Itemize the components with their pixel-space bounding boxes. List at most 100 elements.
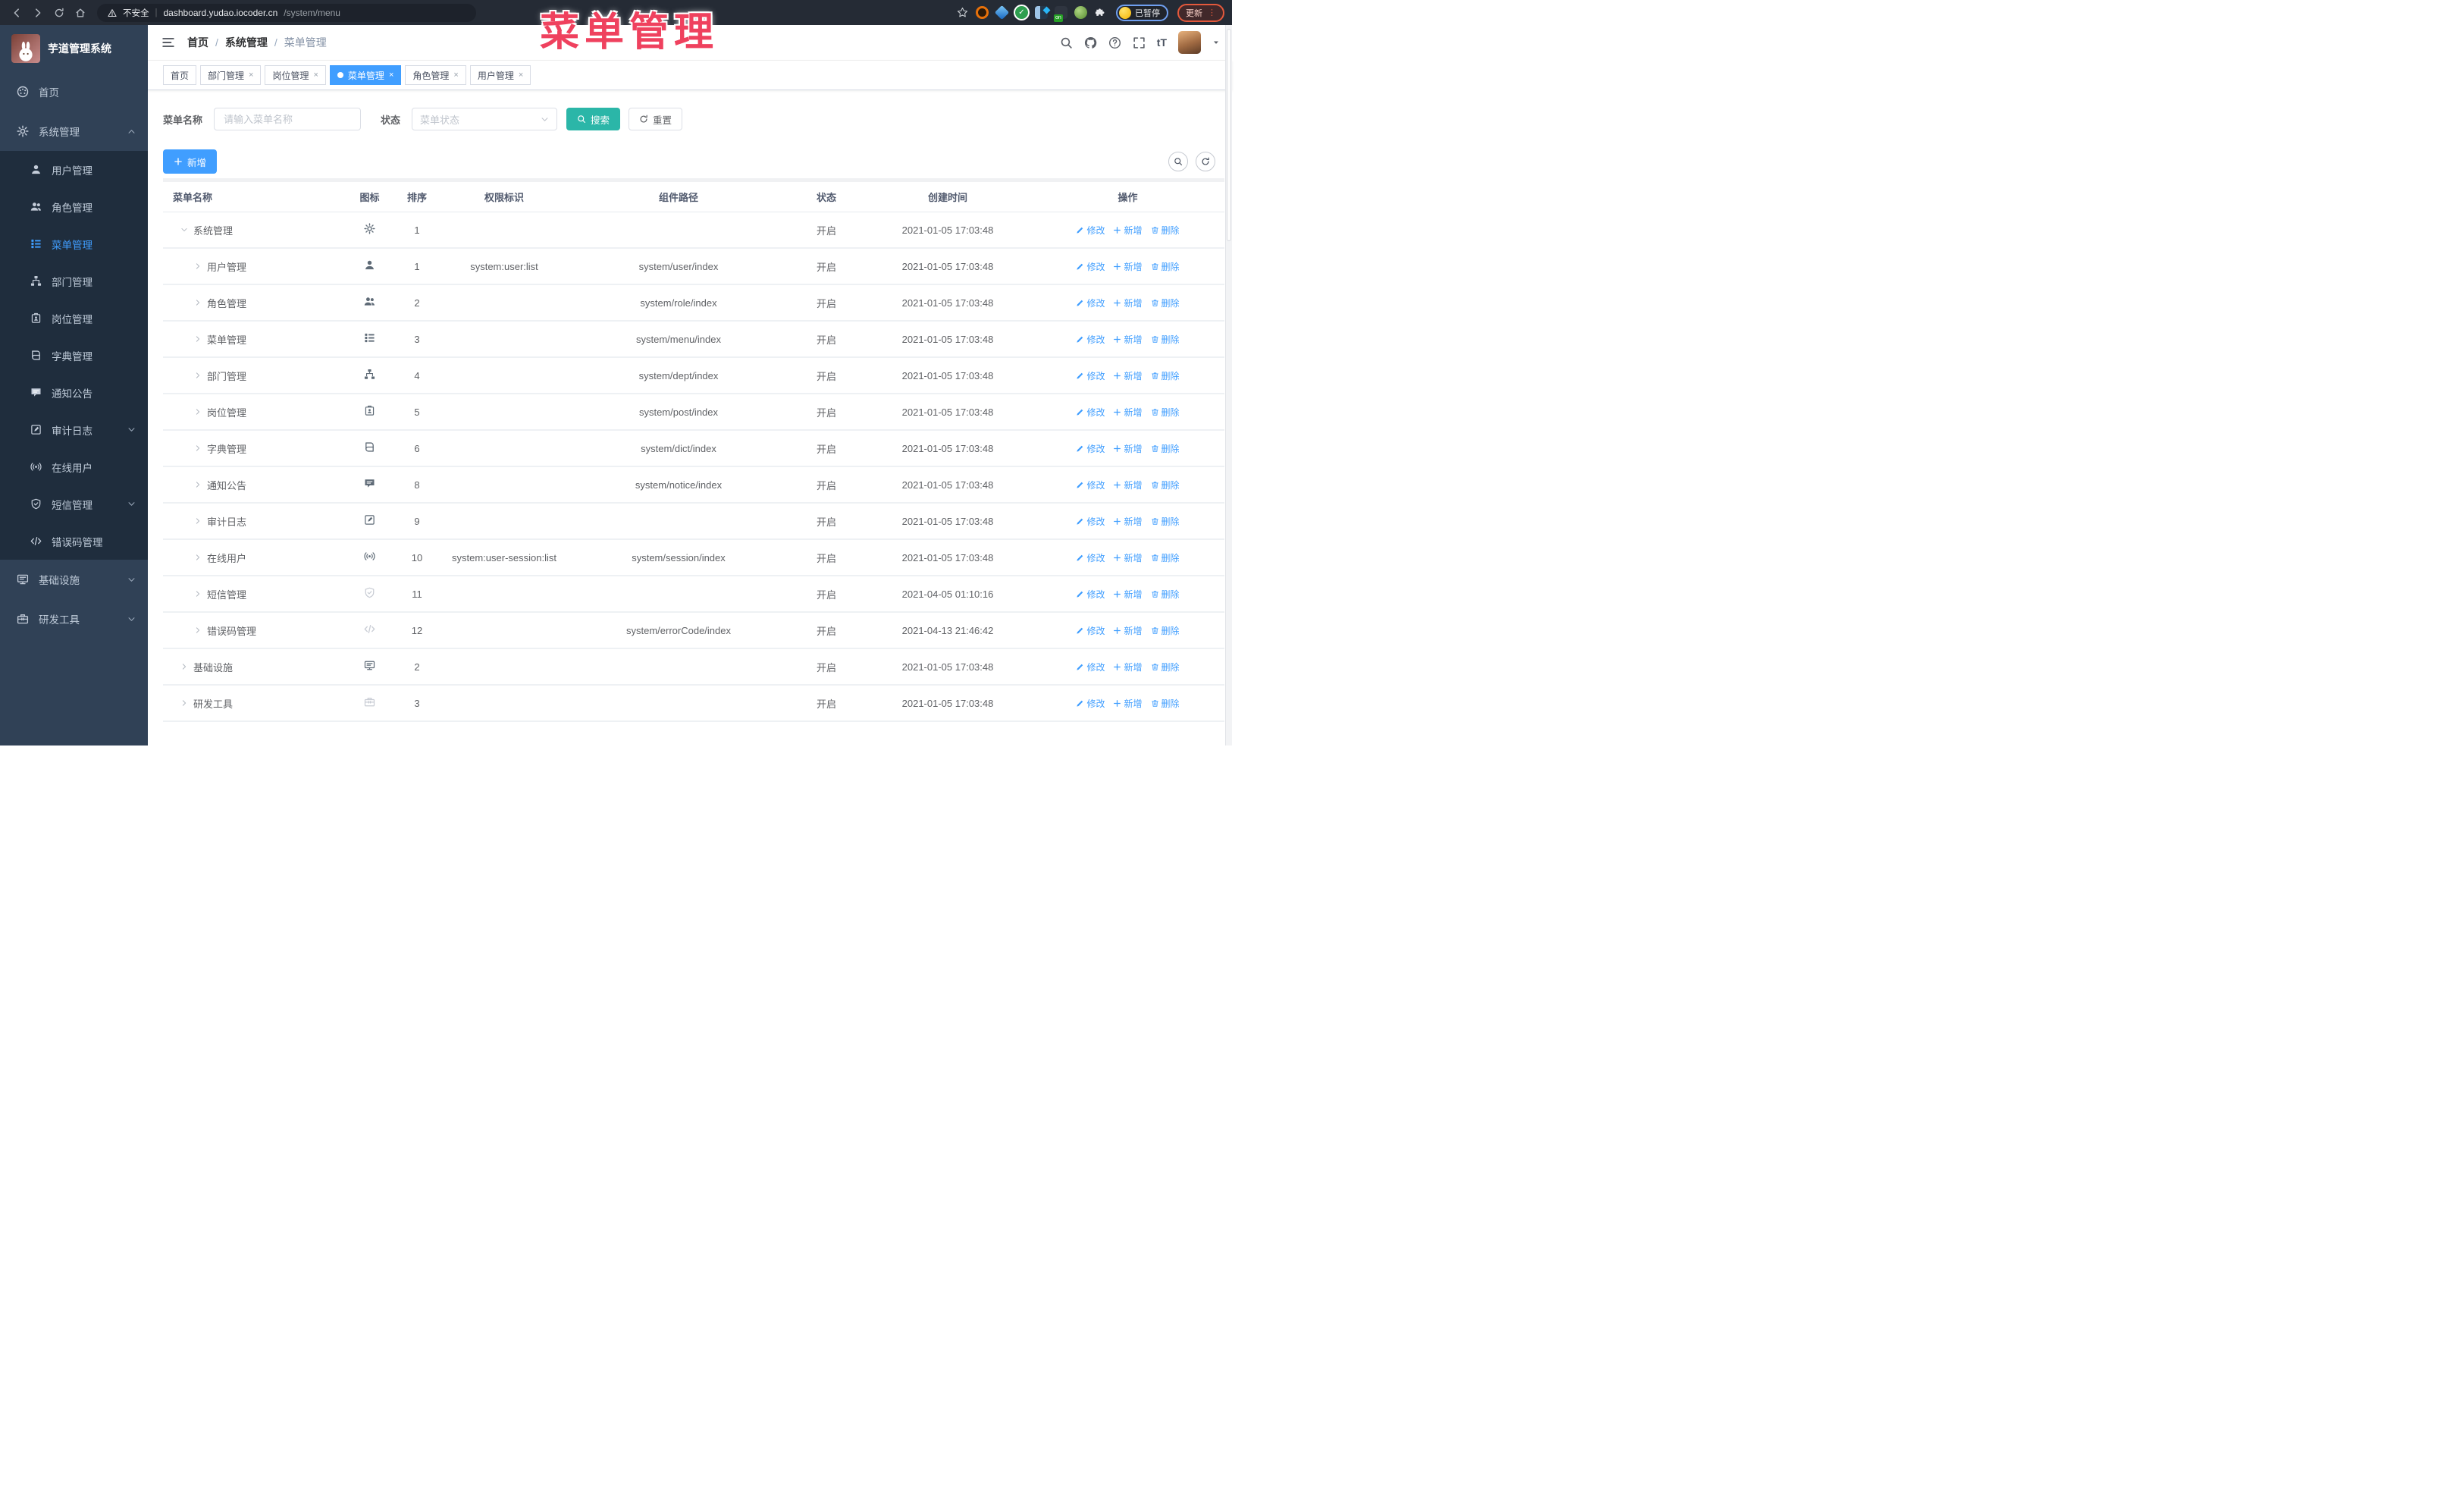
add-action[interactable]: 新增 [1113,624,1143,637]
delete-action[interactable]: 删除 [1151,551,1180,564]
edit-action[interactable]: 修改 [1076,479,1105,491]
expand-arrow-icon[interactable] [194,335,202,343]
paused-badge[interactable]: 已暂停 [1116,4,1168,21]
tab[interactable]: 岗位管理 × [265,65,326,85]
close-icon[interactable]: × [389,71,393,80]
delete-action[interactable]: 删除 [1151,297,1180,309]
delete-action[interactable]: 删除 [1151,479,1180,491]
table-row[interactable]: 部门管理 4 system/dept/index 开启 2021-01-05 17:03… [163,358,1224,394]
add-action[interactable]: 新增 [1113,224,1143,237]
sidebar-item[interactable]: 岗位管理 [0,300,148,337]
table-row[interactable]: 菜单管理 3 system/menu/index 开启 2021-01-05 17:03… [163,322,1224,358]
sidebar-item[interactable]: 通知公告 [0,374,148,411]
expand-arrow-icon[interactable] [180,663,188,670]
search-icon[interactable] [1060,36,1073,49]
sidebar-item[interactable]: 部门管理 [0,262,148,300]
table-row[interactable]: 用户管理 1 system:user:list system/user/index 开启… [163,249,1224,285]
sidebar-item-active[interactable]: 菜单管理 [0,225,148,262]
sidebar-item[interactable]: 系统管理 [0,111,148,151]
extension-gem-icon[interactable] [994,5,1010,20]
expand-arrow-icon[interactable] [194,299,202,306]
add-action[interactable]: 新增 [1113,442,1143,455]
tab-active[interactable]: 菜单管理 × [329,65,402,85]
security-label[interactable]: 不安全 [123,7,149,19]
table-row[interactable]: 角色管理 2 system/role/index 开启 2021-01-05 17:03… [163,285,1224,322]
edit-action[interactable]: 修改 [1076,661,1105,673]
sidebar-item[interactable]: 用户管理 [0,151,148,188]
update-button[interactable]: 更新 ⋮ [1177,3,1224,22]
sidebar-item[interactable]: 审计日志 [0,411,148,448]
browser-reload-icon[interactable] [50,4,68,22]
edit-action[interactable]: 修改 [1076,588,1105,601]
table-row[interactable]: 基础设施 2 开启 2021-01-05 17:03:48 修改 新增 删除 [163,649,1224,686]
expand-arrow-icon[interactable] [180,699,188,707]
extension-orange-icon[interactable] [976,6,989,19]
expand-arrow-icon[interactable] [194,408,202,416]
edit-action[interactable]: 修改 [1076,333,1105,346]
add-action[interactable]: 新增 [1113,333,1143,346]
table-row[interactable]: 审计日志 9 开启 2021-01-05 17:03:48 修改 新增 删除 [163,504,1224,540]
sidebar-item[interactable]: 研发工具 [0,599,148,639]
close-icon[interactable]: × [519,71,523,80]
delete-action[interactable]: 删除 [1151,369,1180,382]
extension-check-icon[interactable] [1015,6,1028,19]
delete-action[interactable]: 删除 [1151,624,1180,637]
delete-action[interactable]: 删除 [1151,260,1180,273]
sidebar-item[interactable]: 在线用户 [0,448,148,485]
address-bar[interactable]: 不安全 | dashboard.yudao.iocoder.cn/system/… [97,3,476,22]
add-action[interactable]: 新增 [1113,515,1143,528]
table-row[interactable]: 研发工具 3 开启 2021-01-05 17:03:48 修改 新增 删除 [163,686,1224,722]
hamburger-icon[interactable] [161,36,175,49]
delete-action[interactable]: 删除 [1151,588,1180,601]
delete-action[interactable]: 删除 [1151,442,1180,455]
table-row[interactable]: 错误码管理 12 system/errorCode/index 开启 2021-04-1… [163,613,1224,649]
close-icon[interactable]: × [313,71,318,80]
add-action[interactable]: 新增 [1113,551,1143,564]
text-size-icon[interactable]: tT [1157,36,1167,49]
expand-arrow-icon[interactable] [194,626,202,634]
edit-action[interactable]: 修改 [1076,442,1105,455]
help-icon[interactable] [1108,36,1121,49]
tab[interactable]: 首页 [163,65,197,85]
add-action[interactable]: 新增 [1113,297,1143,309]
collapse-arrow-icon[interactable] [180,226,188,234]
edit-action[interactable]: 修改 [1076,260,1105,273]
edit-action[interactable]: 修改 [1076,224,1105,237]
table-row[interactable]: 字典管理 6 system/dict/index 开启 2021-01-05 17:03… [163,431,1224,467]
expand-arrow-icon[interactable] [194,372,202,379]
delete-action[interactable]: 删除 [1151,406,1180,419]
sidebar-item[interactable]: 字典管理 [0,337,148,374]
table-row[interactable]: 短信管理 11 开启 2021-04-05 01:10:16 修改 新增 删除 [163,576,1224,613]
reset-button[interactable]: 重置 [629,108,683,130]
tab[interactable]: 角色管理 × [405,65,466,85]
add-action[interactable]: 新增 [1113,260,1143,273]
sidebar-item[interactable]: 短信管理 [0,485,148,523]
delete-action[interactable]: 删除 [1151,333,1180,346]
delete-action[interactable]: 删除 [1151,224,1180,237]
edit-action[interactable]: 修改 [1076,406,1105,419]
tab[interactable]: 用户管理 × [469,65,531,85]
table-row[interactable]: 岗位管理 5 system/post/index 开启 2021-01-05 17:03… [163,394,1224,431]
user-avatar[interactable] [1178,31,1201,54]
scrollbar-thumb[interactable] [1227,29,1231,241]
expand-arrow-icon[interactable] [194,481,202,488]
expand-arrow-icon[interactable] [194,262,202,270]
breadcrumb-item[interactable]: 首页 [187,35,208,50]
extension-on-badge-icon[interactable] [1054,6,1067,22]
extension-columns-icon[interactable] [1035,6,1048,19]
extensions-puzzle-icon[interactable] [1094,6,1107,19]
breadcrumb-item[interactable]: 系统管理 [225,35,268,50]
browser-back-icon[interactable] [8,4,26,22]
sidebar-item[interactable]: 角色管理 [0,188,148,225]
edit-action[interactable]: 修改 [1076,624,1105,637]
extension-monkey-icon[interactable] [1074,6,1087,19]
search-button[interactable]: 搜索 [566,108,621,130]
edit-action[interactable]: 修改 [1076,369,1105,382]
table-row[interactable]: 通知公告 8 system/notice/index 开启 2021-01-05 17:… [163,467,1224,504]
chevron-down-icon[interactable] [1212,39,1220,46]
edit-action[interactable]: 修改 [1076,515,1105,528]
expand-arrow-icon[interactable] [194,554,202,561]
add-button[interactable]: 新增 [163,149,218,174]
table-row[interactable]: 在线用户 10 system:user-session:list system/ses… [163,540,1224,576]
sidebar-item[interactable]: 首页 [0,72,148,111]
